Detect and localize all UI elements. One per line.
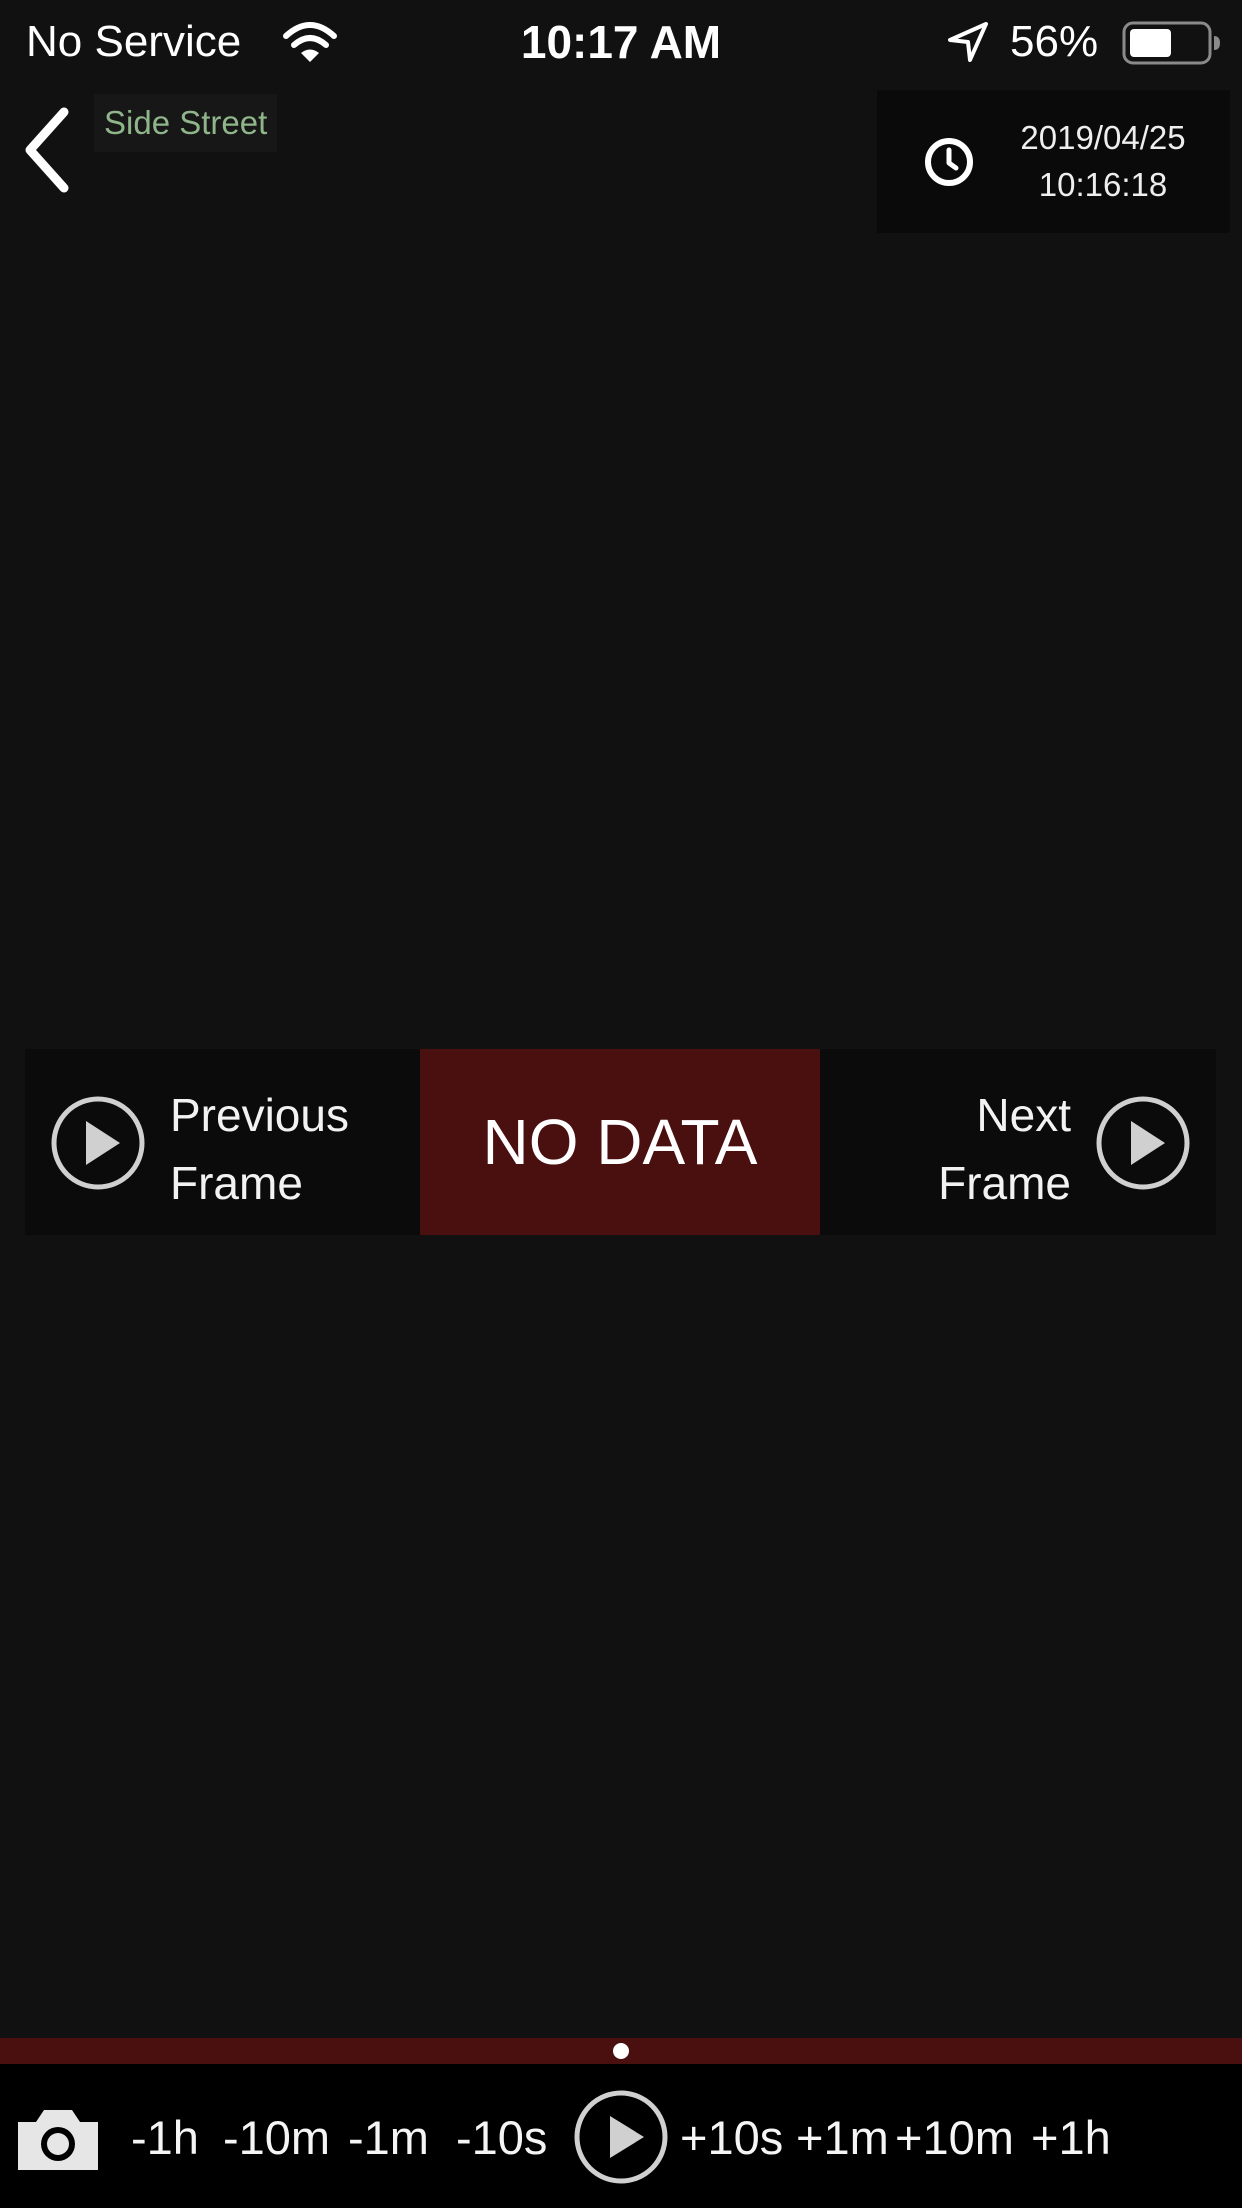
status-bar: No Service 10:17 AM 56% <box>0 0 1242 84</box>
play-icon <box>610 2116 644 2158</box>
playback-controls: -1h -10m -1m -10s +10s +1m +10m +1h <box>0 2064 1242 2208</box>
play-circle-icon <box>51 1096 145 1190</box>
seek-back-10s-button[interactable]: -10s <box>456 2108 547 2168</box>
play-button[interactable] <box>572 2088 670 2186</box>
frame-navigation-bar: Previous Frame NO DATA Next Frame <box>25 1049 1216 1235</box>
clock-icon <box>925 138 973 186</box>
timeline-scrubber[interactable] <box>0 2038 1242 2064</box>
timestamp-date: 2019/04/25 <box>1020 119 1186 156</box>
battery-icon <box>1122 21 1220 65</box>
seek-forward-10m-button[interactable]: +10m <box>895 2108 1014 2168</box>
seek-back-1h-button[interactable]: -1h <box>131 2108 199 2168</box>
camera-name: Side Street <box>94 94 278 152</box>
seek-forward-1m-button[interactable]: +1m <box>796 2108 889 2168</box>
previous-frame-label: Previous Frame <box>170 1089 349 1209</box>
next-frame-button[interactable]: Next Frame <box>820 1049 1216 1235</box>
seek-back-1m-button[interactable]: -1m <box>348 2108 429 2168</box>
next-frame-label: Next Frame <box>938 1089 1071 1209</box>
seek-forward-1h-button[interactable]: +1h <box>1031 2108 1111 2168</box>
back-button[interactable] <box>14 100 84 200</box>
seek-forward-10s-button[interactable]: +10s <box>680 2108 783 2168</box>
previous-frame-button[interactable]: Previous Frame <box>25 1049 420 1235</box>
seek-back-10m-button[interactable]: -10m <box>223 2108 330 2168</box>
timeline-position-marker[interactable] <box>613 2043 629 2059</box>
play-circle-icon <box>1096 1096 1190 1190</box>
battery-percent: 56% <box>1010 17 1099 66</box>
timestamp-time: 10:16:18 <box>1038 166 1168 203</box>
camera-icon[interactable] <box>14 2104 102 2174</box>
chevron-left-icon <box>25 107 69 193</box>
location-arrow-icon <box>948 22 988 62</box>
no-data-indicator: NO DATA <box>420 1049 820 1235</box>
timestamp-display[interactable]: 2019/04/25 10:16:18 <box>877 90 1230 233</box>
